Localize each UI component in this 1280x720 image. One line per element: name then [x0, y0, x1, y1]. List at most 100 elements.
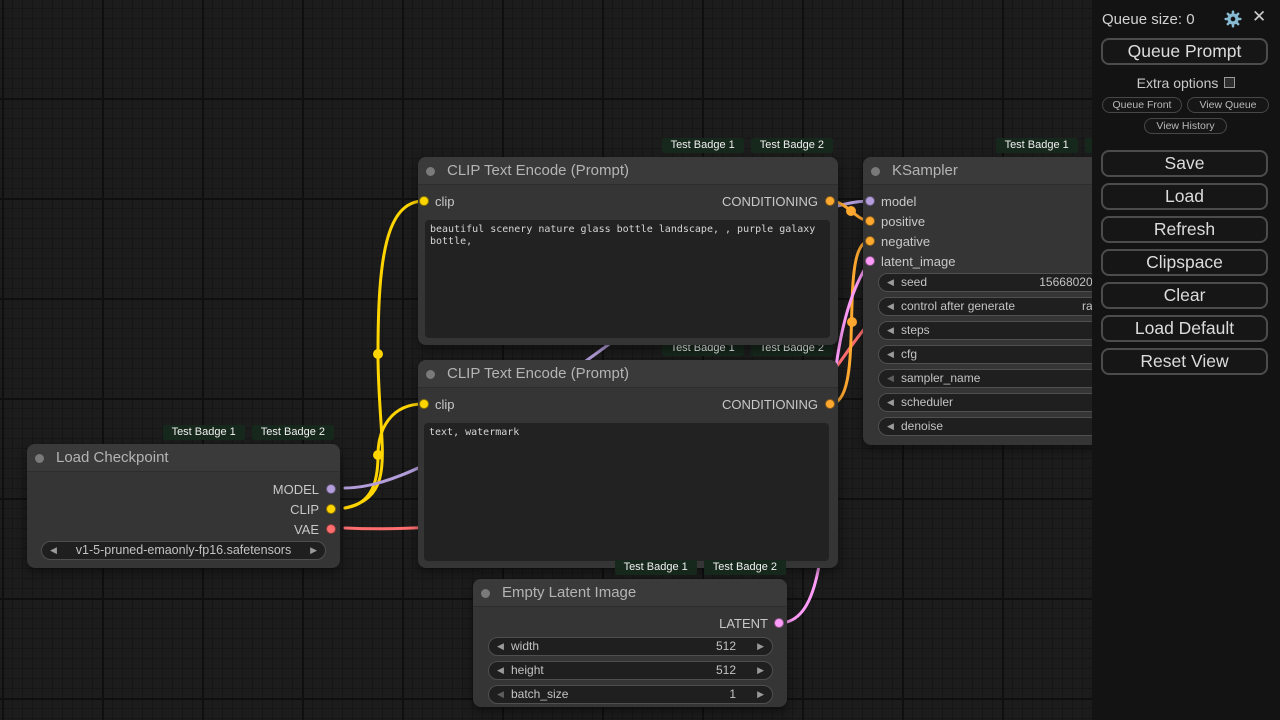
collapse-dot-icon[interactable] — [426, 167, 435, 176]
input-slot-clip[interactable] — [419, 399, 429, 409]
output-slot-latent[interactable] — [774, 618, 784, 628]
widget-value: 512 — [716, 638, 736, 655]
left-arrow-icon[interactable]: ◀ — [497, 662, 504, 679]
widget-value: 1 — [729, 686, 736, 703]
output-slot-model[interactable] — [326, 484, 336, 494]
settings-gear-icon[interactable] — [1224, 10, 1242, 28]
output-label-clip: CLIP — [290, 503, 319, 516]
wire-midpoint-dot — [373, 450, 383, 460]
input-label-latent-image: latent_image — [881, 255, 955, 268]
node-badge-2: Test Badge 2 — [704, 560, 786, 575]
view-queue-button[interactable]: View Queue — [1187, 97, 1269, 113]
left-arrow-icon[interactable]: ◀ — [887, 394, 894, 411]
node-title: KSampler — [892, 162, 958, 179]
left-arrow-icon[interactable]: ◀ — [887, 346, 894, 363]
input-label-clip: clip — [435, 195, 455, 208]
clipspace-button[interactable]: Clipspace — [1101, 249, 1268, 276]
node-badge-1: Test Badge 1 — [615, 560, 697, 575]
graph-canvas[interactable]: Test Badge 1 Test Badge 2 CLIP Text Enco… — [0, 0, 1280, 720]
output-slot-conditioning[interactable] — [825, 399, 835, 409]
refresh-button[interactable]: Refresh — [1101, 216, 1268, 243]
input-label-clip: clip — [435, 398, 455, 411]
wire-clip-to-negative-prompt — [345, 404, 423, 508]
widget-label: denoise — [901, 418, 943, 435]
widget-label: width — [511, 638, 539, 655]
input-slot-negative[interactable] — [865, 236, 875, 246]
ckpt-name-combo[interactable]: ◀ v1-5-pruned-emaonly-fp16.safetensors ▶ — [41, 541, 326, 560]
output-label-latent: LATENT — [719, 617, 768, 630]
input-slot-model[interactable] — [865, 196, 875, 206]
node-title: Empty Latent Image — [502, 584, 636, 601]
output-label-model: MODEL — [273, 483, 319, 496]
load-button[interactable]: Load — [1101, 183, 1268, 210]
widget-label: control after generate — [901, 298, 1015, 315]
load-default-button[interactable]: Load Default — [1101, 315, 1268, 342]
node-clip-text-encode-negative[interactable]: Test Badge 1 Test Badge 2 CLIP Text Enco… — [418, 360, 838, 568]
negative-prompt-textarea[interactable]: text, watermark — [424, 423, 829, 561]
node-title: Load Checkpoint — [56, 449, 169, 466]
node-title-bar[interactable]: Load Checkpoint — [27, 444, 340, 472]
right-arrow-icon[interactable]: ▶ — [757, 662, 764, 679]
left-arrow-icon[interactable]: ◀ — [887, 298, 894, 315]
collapse-dot-icon[interactable] — [426, 370, 435, 379]
output-slot-conditioning[interactable] — [825, 196, 835, 206]
node-badge-2: Test Badge 2 — [751, 138, 833, 153]
input-label-model: model — [881, 195, 916, 208]
comfy-menu-panel: Queue size: 0 ✕ Queue Prompt Extra optio… — [1092, 0, 1280, 720]
node-badge-1: Test Badge 1 — [996, 138, 1078, 153]
output-label-vae: VAE — [294, 523, 319, 536]
output-slot-clip[interactable] — [326, 504, 336, 514]
right-arrow-icon[interactable]: ▶ — [310, 542, 317, 559]
node-badge-1: Test Badge 1 — [662, 138, 744, 153]
extra-options-label: Extra options — [1137, 75, 1219, 91]
right-arrow-icon[interactable]: ▶ — [757, 686, 764, 703]
collapse-dot-icon[interactable] — [871, 167, 880, 176]
node-title-bar[interactable]: CLIP Text Encode (Prompt) — [418, 157, 838, 185]
node-badge-1: Test Badge 1 — [163, 425, 245, 440]
right-arrow-icon[interactable]: ▶ — [757, 638, 764, 655]
reset-view-button[interactable]: Reset View — [1101, 348, 1268, 375]
widget-label: scheduler — [901, 394, 953, 411]
node-title: CLIP Text Encode (Prompt) — [447, 162, 629, 179]
node-title-bar[interactable]: Empty Latent Image — [473, 579, 787, 607]
widget-label: steps — [901, 322, 930, 339]
node-load-checkpoint[interactable]: Test Badge 1 Test Badge 2 Load Checkpoin… — [27, 444, 340, 568]
node-title: CLIP Text Encode (Prompt) — [447, 365, 629, 382]
widget-value: v1-5-pruned-emaonly-fp16.safetensors — [42, 542, 325, 559]
view-history-button[interactable]: View History — [1144, 118, 1227, 134]
wire-midpoint-dot — [847, 317, 857, 327]
input-slot-clip[interactable] — [419, 196, 429, 206]
wire-clip-to-positive-prompt — [345, 201, 424, 508]
output-label-conditioning: CONDITIONING — [722, 195, 818, 208]
left-arrow-icon[interactable]: ◀ — [887, 370, 894, 387]
batch-size-stepper[interactable]: ◀ batch_size 1 ▶ — [488, 685, 773, 704]
node-empty-latent-image[interactable]: Test Badge 1 Test Badge 2 Empty Latent I… — [473, 579, 787, 707]
widget-label: height — [511, 662, 544, 679]
positive-prompt-textarea[interactable]: beautiful scenery nature glass bottle la… — [425, 220, 830, 338]
widget-value: 512 — [716, 662, 736, 679]
input-label-positive: positive — [881, 215, 925, 228]
queue-prompt-button[interactable]: Queue Prompt — [1101, 38, 1268, 65]
extra-options-checkbox[interactable] — [1224, 77, 1235, 88]
clear-button[interactable]: Clear — [1101, 282, 1268, 309]
output-slot-vae[interactable] — [326, 524, 336, 534]
widget-label: batch_size — [511, 686, 568, 703]
left-arrow-icon[interactable]: ◀ — [497, 686, 504, 703]
width-stepper[interactable]: ◀ width 512 ▶ — [488, 637, 773, 656]
input-label-negative: negative — [881, 235, 930, 248]
node-clip-text-encode-positive[interactable]: Test Badge 1 Test Badge 2 CLIP Text Enco… — [418, 157, 838, 345]
left-arrow-icon[interactable]: ◀ — [887, 418, 894, 435]
save-button[interactable]: Save — [1101, 150, 1268, 177]
queue-front-button[interactable]: Queue Front — [1102, 97, 1182, 113]
node-title-bar[interactable]: CLIP Text Encode (Prompt) — [418, 360, 838, 388]
input-slot-positive[interactable] — [865, 216, 875, 226]
height-stepper[interactable]: ◀ height 512 ▶ — [488, 661, 773, 680]
close-icon[interactable]: ✕ — [1252, 7, 1266, 27]
left-arrow-icon[interactable]: ◀ — [887, 322, 894, 339]
wire-midpoint-dot — [846, 206, 856, 216]
left-arrow-icon[interactable]: ◀ — [497, 638, 504, 655]
left-arrow-icon[interactable]: ◀ — [887, 274, 894, 291]
collapse-dot-icon[interactable] — [481, 589, 490, 598]
collapse-dot-icon[interactable] — [35, 454, 44, 463]
input-slot-latent-image[interactable] — [865, 256, 875, 266]
